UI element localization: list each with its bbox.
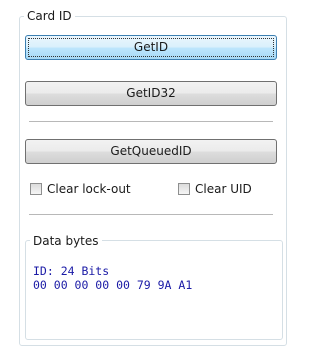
get-queued-id-button[interactable]: GetQueuedID xyxy=(25,139,277,164)
checkbox-box[interactable] xyxy=(30,183,42,195)
data-line-2: 00 00 00 00 00 79 9A A1 xyxy=(33,278,193,292)
separator-2 xyxy=(29,214,273,215)
get-id32-button[interactable]: GetID32 xyxy=(25,81,277,106)
clear-lockout-label: Clear lock-out xyxy=(47,182,131,196)
data-line-1: ID: 24 Bits xyxy=(33,264,110,278)
clear-uid-label: Clear UID xyxy=(195,182,252,196)
clear-lockout-checkbox[interactable]: Clear lock-out xyxy=(30,181,131,197)
separator-1 xyxy=(29,121,273,122)
checkbox-box[interactable] xyxy=(178,183,190,195)
card-id-group-title: Card ID xyxy=(24,8,75,24)
clear-uid-checkbox[interactable]: Clear UID xyxy=(178,181,252,197)
data-bytes-group-title: Data bytes xyxy=(30,233,102,249)
get-id-button[interactable]: GetID xyxy=(25,35,277,60)
